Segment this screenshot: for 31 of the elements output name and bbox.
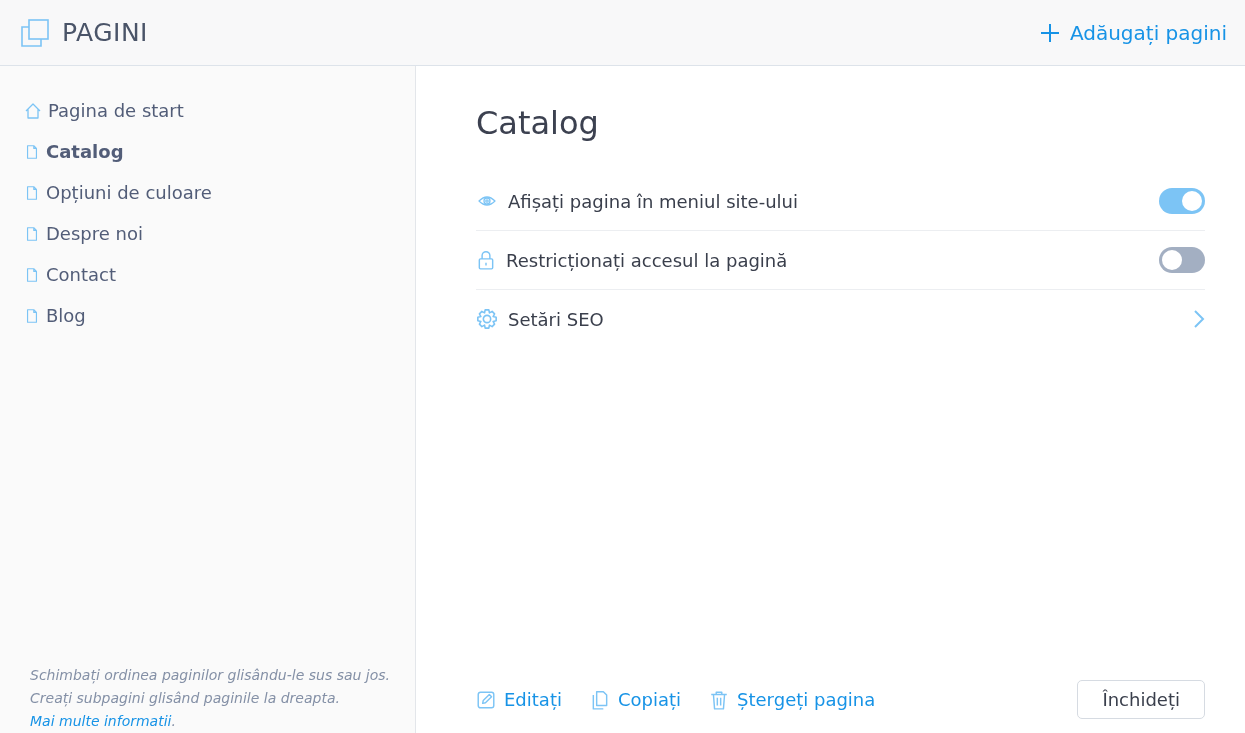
sidebar-item[interactable]: Pagina de start xyxy=(24,96,415,125)
page-title: Catalog xyxy=(476,104,600,142)
home-icon xyxy=(24,101,42,120)
sidebar-item[interactable]: Blog xyxy=(24,301,415,330)
help-text: Schimbați ordinea paginilor glisându-le sus sau jos. Creați subpagini glisând paginile la dreapta. Mai multe informatii. xyxy=(30,666,392,731)
toggle-switch[interactable] xyxy=(1159,247,1205,273)
panel-title: PAGINI xyxy=(62,18,148,47)
sidebar-item[interactable]: Despre noi xyxy=(24,219,415,248)
plus-icon xyxy=(1039,22,1060,43)
sidebar-item[interactable]: Opțiuni de culoare xyxy=(24,178,415,207)
setting-label: Restricționați accesul la pagină xyxy=(506,249,789,271)
action-button[interactable]: Editați xyxy=(476,688,562,711)
page-icon xyxy=(24,184,40,201)
sidebar-item[interactable]: Catalog xyxy=(24,137,415,166)
setting-label: Afișați pagina în meniul site-ului xyxy=(508,190,799,212)
action-button[interactable]: Copiați xyxy=(589,688,682,711)
action-button[interactable]: Ștergeți pagina xyxy=(709,688,876,711)
close-button[interactable]: Închideți xyxy=(1077,680,1205,719)
setting-label: Setări SEO xyxy=(508,308,605,330)
more-info-link[interactable]: Mai multe informatii xyxy=(30,713,172,729)
sidebar-item[interactable]: Contact xyxy=(24,260,415,289)
gear-icon xyxy=(476,308,498,330)
page-icon xyxy=(24,266,40,283)
page-icon xyxy=(24,143,40,160)
lock-icon xyxy=(476,249,496,271)
toggle-switch[interactable] xyxy=(1159,188,1205,214)
page-icon xyxy=(24,225,40,242)
pages-icon xyxy=(20,18,50,47)
edit-icon xyxy=(476,689,496,710)
chevron-right-icon[interactable] xyxy=(1193,309,1205,329)
page-icon xyxy=(24,307,40,324)
